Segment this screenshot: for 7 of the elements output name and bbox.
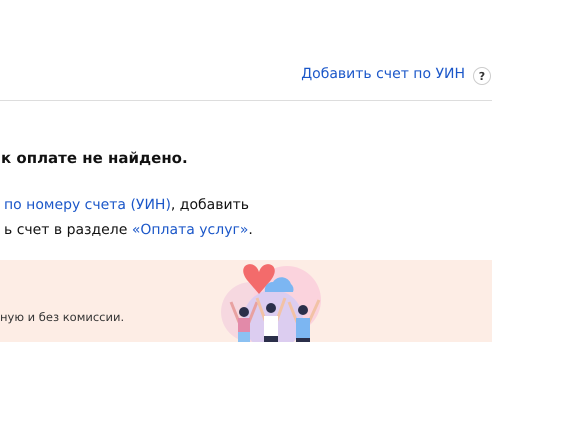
banner-text: ную и без комиссии. xyxy=(0,310,124,324)
empty-heading: к оплате не найдено. xyxy=(0,149,189,167)
info-paragraph: по номеру счета (УИН), добавить ь счет в разделе «Оплата услуг». xyxy=(3,196,254,240)
paragraph-link[interactable]: «Оплата услуг» xyxy=(132,222,248,238)
help-button[interactable]: ? xyxy=(473,67,491,85)
paragraph-link[interactable]: по номеру счета (УИН) xyxy=(4,197,171,213)
add-bill-link[interactable]: Добавить счет по УИН xyxy=(301,66,465,82)
